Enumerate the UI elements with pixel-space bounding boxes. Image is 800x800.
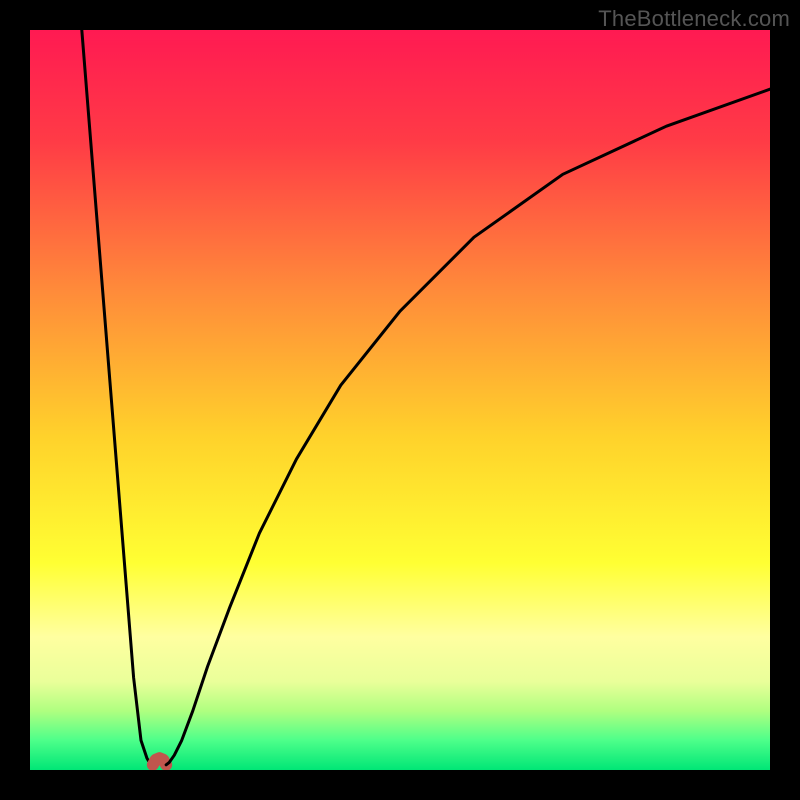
watermark-text: TheBottleneck.com (598, 6, 790, 32)
plot-area (30, 30, 770, 770)
gradient-background (30, 30, 770, 770)
chart-svg (30, 30, 770, 770)
chart-frame: TheBottleneck.com (0, 0, 800, 800)
series-valley-bottom (153, 758, 166, 765)
